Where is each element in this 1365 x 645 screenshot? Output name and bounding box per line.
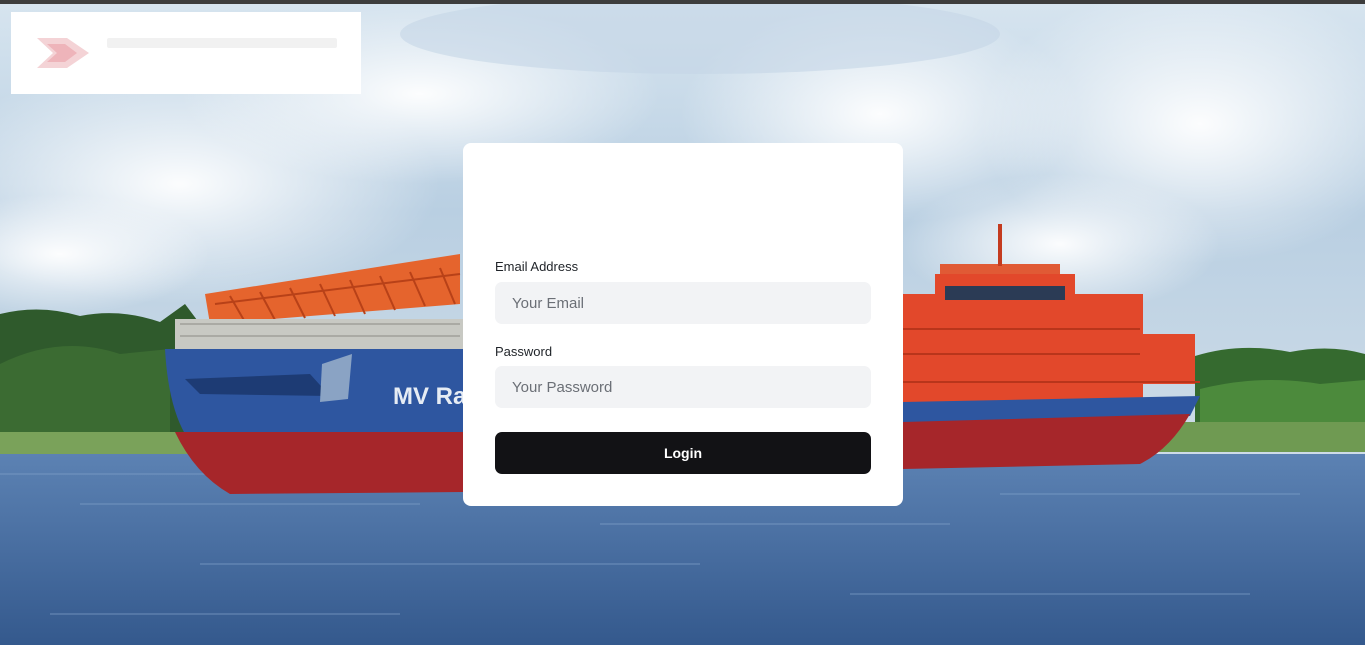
- company-logo: [11, 12, 361, 94]
- logo-wordmark: [107, 38, 337, 48]
- ship-name-text: MV Ra: [393, 383, 467, 410]
- login-page: MV Ra Email Address Password Login: [0, 0, 1365, 645]
- email-label: Email Address: [495, 259, 579, 274]
- login-button[interactable]: Login: [495, 432, 871, 474]
- logo-mark-icon: [37, 38, 89, 68]
- password-field[interactable]: [495, 366, 871, 408]
- browser-top-edge: [0, 0, 1365, 4]
- password-label: Password: [495, 344, 553, 359]
- email-field[interactable]: [495, 282, 871, 324]
- login-card: Email Address Password Login: [463, 143, 903, 506]
